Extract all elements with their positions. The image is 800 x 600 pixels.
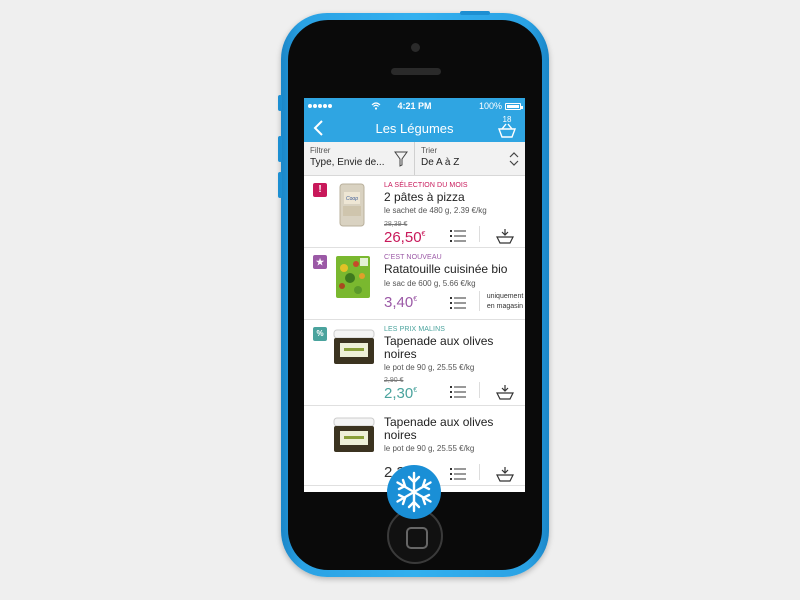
add-to-basket-icon[interactable] [496,384,514,400]
svg-text:Coop: Coop [346,196,358,202]
sort-button[interactable]: Trier De A à Z [414,142,525,175]
divider [479,226,480,242]
add-to-list-icon[interactable] [450,468,466,480]
add-to-list-icon[interactable] [450,386,466,398]
product-price: 3,40€ [384,294,417,311]
tapenade-jar-image [333,417,375,452]
star-icon: ★ [313,255,327,269]
product-list: ! Coop LA SÉLECTION DU MOIS 2 pâtes à pi… [304,176,525,486]
filter-button[interactable]: Filtrer Type, Envie de... [304,142,414,175]
list-item[interactable]: ★ C'EST NOUVEAU Ratatouille cuisinée bio… [304,248,525,320]
product-tag: LES PRIX MALINS [384,326,446,333]
price-currency: € [413,387,418,394]
price-currency: € [413,296,418,303]
store-only-note: uniquement en magasin [486,293,524,310]
add-to-list-icon[interactable] [450,297,466,309]
pizza-dough-image: Coop [339,183,365,227]
product-price: 2,30€ [384,385,417,402]
price-value: 3,40 [384,294,414,311]
sort-chevrons-icon [509,152,519,166]
divider [479,291,480,311]
power-button [460,11,490,15]
percent-icon: % [313,327,327,341]
mute-switch [278,95,282,111]
list-item[interactable]: ! Coop LA SÉLECTION DU MOIS 2 pâtes à pi… [304,176,525,248]
product-tag: C'EST NOUVEAU [384,254,442,261]
product-name: Tapenade aux olives noires [384,415,494,442]
sort-value: De A à Z [421,157,460,168]
product-description: le sachet de 480 g, 2.39 €/kg [384,206,487,215]
snowflake-icon [387,465,441,519]
sort-label: Trier [421,146,438,155]
product-description: le pot de 90 g, 25.55 €/kg [384,363,475,372]
old-price: 28,39 € [384,221,408,228]
product-description: le sac de 600 g, 5.66 €/kg [384,279,476,288]
back-chevron-icon[interactable] [312,119,326,137]
add-to-basket-icon[interactable] [496,466,514,482]
divider [479,382,480,398]
tapenade-jar-image [333,329,375,364]
divider [479,464,480,480]
price-value: 26,50 [384,229,422,246]
product-description: le pot de 90 g, 25.55 €/kg [384,444,475,453]
filter-sort-bar: Filtrer Type, Envie de... Trier De A à Z [304,142,525,176]
product-name: Ratatouille cuisinée bio [384,262,508,276]
volume-up-button [278,136,282,162]
page-title: Les Légumes [375,120,454,136]
add-to-list-icon[interactable] [450,230,466,242]
product-name: 2 pâtes à pizza [384,190,465,204]
product-price: 26,50€ [384,229,425,246]
status-time: 4:21 PM [397,101,432,111]
cart-count-badge: 18 [502,115,512,124]
funnel-icon [394,151,408,167]
price-currency: € [421,231,426,238]
nav-bar: Les Légumes 18 [304,114,525,142]
product-tag: LA SÉLECTION DU MOIS [384,182,468,189]
price-value: 2,30 [384,385,414,402]
add-to-basket-icon[interactable] [496,228,514,244]
earpiece-speaker [391,68,441,75]
volume-down-button [278,172,282,198]
old-price: 2,90 € [384,377,404,384]
status-bar: 4:21 PM 100% [304,98,525,114]
product-name: Tapenade aux olives noires [384,334,494,361]
list-item[interactable]: % LES PRIX MALINS Tapenade aux olives no… [304,320,525,406]
app-screen: 4:21 PM 100% Les Légumes 18 Filtrer Type… [304,98,525,492]
battery-icon [505,102,523,110]
exclamation-icon: ! [313,183,327,197]
front-camera [411,43,420,52]
ratatouille-bag-image [336,256,370,298]
